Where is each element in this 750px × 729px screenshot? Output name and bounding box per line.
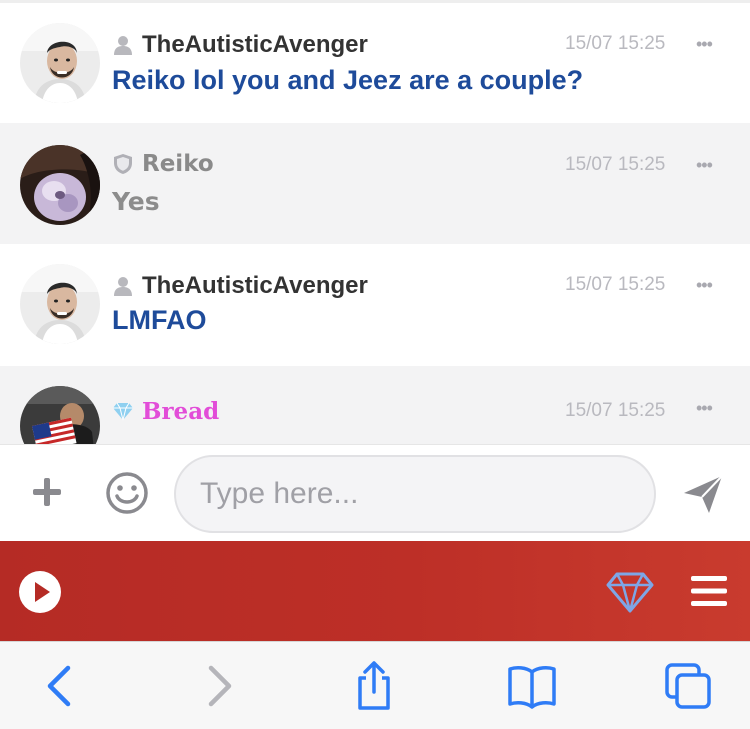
- username[interactable]: TheAutisticAvenger: [142, 272, 368, 300]
- browser-toolbar: [0, 641, 750, 729]
- message-emoji: [112, 434, 192, 444]
- more-options-icon[interactable]: •••: [696, 275, 713, 296]
- chat-message: TheAutisticAvenger 15/07 15:25 ••• Reiko…: [0, 3, 750, 123]
- forward-arrow-icon[interactable]: [193, 660, 245, 712]
- more-options-icon[interactable]: •••: [696, 398, 713, 419]
- message-text: Yes: [112, 187, 160, 216]
- shield-icon: [112, 153, 134, 175]
- diamond-icon[interactable]: [606, 571, 654, 613]
- username[interactable]: TheAutisticAvenger: [142, 31, 368, 59]
- person-icon: [112, 275, 134, 297]
- chat-message: Bread 15/07 15:25 •••: [0, 366, 750, 444]
- more-options-icon[interactable]: •••: [696, 34, 713, 55]
- message-timestamp: 15/07 15:25: [565, 400, 666, 421]
- app-bar: [0, 541, 750, 641]
- share-icon[interactable]: [348, 660, 400, 712]
- avatar[interactable]: [20, 264, 100, 344]
- chat-message: TheAutisticAvenger 15/07 15:25 ••• LMFAO: [0, 244, 750, 366]
- avatar[interactable]: [20, 386, 100, 444]
- message-text: LMFAO: [112, 305, 207, 335]
- chat-message: Reiko 15/07 15:25 ••• Yes: [0, 123, 750, 244]
- message-timestamp: 15/07 15:25: [565, 274, 666, 295]
- smiley-icon[interactable]: [105, 471, 149, 515]
- person-icon: [112, 34, 134, 56]
- message-text: Reiko lol you and Jeez are a couple?: [112, 65, 584, 95]
- tabs-icon[interactable]: [662, 660, 714, 712]
- avatar[interactable]: [20, 145, 100, 225]
- hamburger-menu-icon[interactable]: [690, 574, 728, 608]
- back-arrow-icon[interactable]: [34, 660, 86, 712]
- message-timestamp: 15/07 15:25: [565, 154, 666, 175]
- paper-plane-icon[interactable]: [682, 473, 724, 515]
- message-composer: [0, 444, 750, 541]
- username[interactable]: Reiko: [142, 151, 214, 177]
- avatar[interactable]: [20, 23, 100, 103]
- bookmarks-icon[interactable]: [506, 660, 558, 712]
- play-icon[interactable]: [19, 571, 61, 613]
- message-timestamp: 15/07 15:25: [565, 33, 666, 54]
- username[interactable]: Bread: [142, 398, 219, 425]
- message-input[interactable]: [174, 455, 656, 533]
- plus-icon[interactable]: [30, 475, 64, 509]
- chat-message-list[interactable]: TheAutisticAvenger 15/07 15:25 ••• Reiko…: [0, 0, 750, 444]
- more-options-icon[interactable]: •••: [696, 155, 713, 176]
- diamond-icon: [112, 400, 134, 422]
